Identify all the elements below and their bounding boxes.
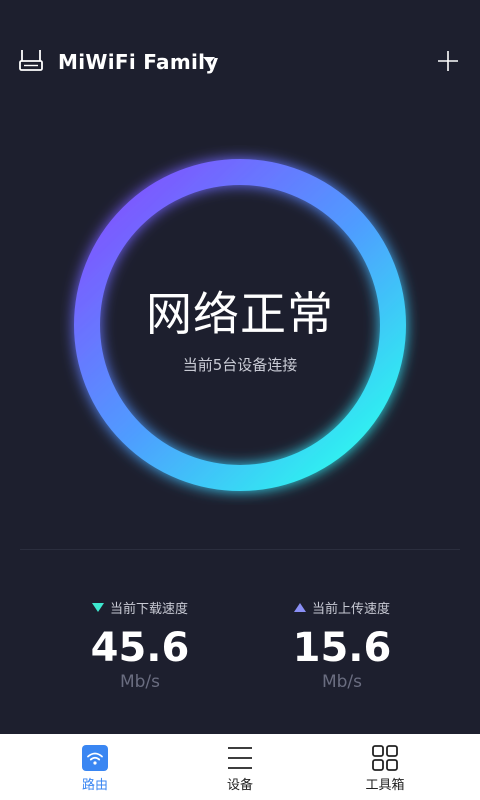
upload-speed-value: 15.6 [292, 625, 392, 671]
router-icon [19, 50, 43, 71]
tab-router-label: 路由 [81, 778, 108, 793]
download-speed-unit: Mb/s [119, 672, 161, 692]
upload-speed-label: 当前上传速度 [311, 602, 390, 617]
tab-devices-label: 设备 [226, 778, 253, 793]
network-name[interactable]: MiWiFi Family [58, 48, 219, 76]
network-status-title: 网络正常 [146, 287, 334, 341]
divider [20, 549, 460, 550]
download-speed: 当前下载速度 45.6 Mb/s [40, 600, 240, 692]
wifi-icon [82, 745, 108, 771]
download-speed-value: 45.6 [90, 625, 190, 671]
list-icon [228, 747, 252, 769]
plus-icon[interactable] [436, 49, 460, 73]
download-speed-label: 当前下载速度 [109, 602, 188, 617]
upload-speed: 当前上传速度 15.6 Mb/s [242, 600, 442, 692]
download-arrow-icon [91, 603, 104, 612]
upload-speed-unit: Mb/s [321, 672, 363, 692]
tab-devices[interactable]: 设备 [160, 734, 320, 800]
tab-router[interactable]: 路由 [15, 734, 175, 800]
bottom-tab-bar: 路由 设备 工具箱 [0, 734, 480, 800]
tab-toolbox-label: 工具箱 [365, 778, 405, 793]
chevron-down-icon[interactable] [203, 57, 215, 64]
grid-icon [372, 745, 398, 771]
upload-arrow-icon [293, 603, 306, 612]
app-header: MiWiFi Family [0, 40, 480, 84]
connected-devices-text: 当前5台设备连接 [182, 356, 298, 374]
tab-toolbox[interactable]: 工具箱 [305, 734, 465, 800]
